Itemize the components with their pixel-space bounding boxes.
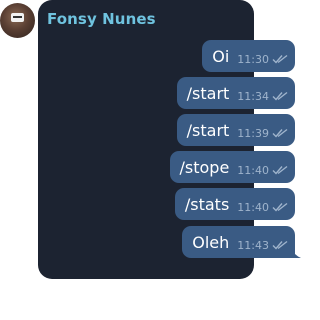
avatar-image bbox=[11, 13, 24, 22]
message-text: /stats bbox=[184, 194, 230, 214]
double-check-icon bbox=[272, 128, 288, 138]
double-check-icon bbox=[272, 54, 288, 64]
message-meta: 11:40 bbox=[237, 201, 288, 214]
message-bubble[interactable]: Oi 11:30 bbox=[202, 40, 295, 72]
message-text: /start bbox=[186, 120, 230, 140]
double-check-icon bbox=[272, 240, 288, 250]
message-time: 11:40 bbox=[237, 200, 269, 214]
message-text: Oleh bbox=[192, 232, 230, 252]
message-time: 11:34 bbox=[237, 89, 269, 103]
message-bubble[interactable]: Oleh 11:43 bbox=[182, 226, 295, 258]
double-check-icon bbox=[272, 165, 288, 175]
message-bubble[interactable]: /stope 11:40 bbox=[169, 151, 295, 183]
double-check-icon bbox=[272, 202, 288, 212]
message-bubble[interactable]: /start 11:34 bbox=[176, 77, 295, 109]
sender-name[interactable]: Fonsy Nunes bbox=[47, 10, 156, 28]
message-meta: 11:43 bbox=[237, 239, 288, 252]
message-meta: 11:34 bbox=[237, 90, 288, 103]
contact-avatar[interactable] bbox=[0, 3, 35, 38]
message-text: /stope bbox=[179, 157, 230, 177]
message-bubble[interactable]: /start 11:39 bbox=[176, 114, 295, 146]
message-text: Oi bbox=[212, 46, 230, 66]
message-time: 11:39 bbox=[237, 126, 269, 140]
message-meta: 11:39 bbox=[237, 127, 288, 140]
message-bubble[interactable]: /stats 11:40 bbox=[174, 188, 295, 220]
double-check-icon bbox=[272, 91, 288, 101]
message-time: 11:30 bbox=[237, 52, 269, 66]
bubble-tail bbox=[291, 248, 301, 258]
message-meta: 11:30 bbox=[237, 53, 288, 66]
message-text: /start bbox=[186, 83, 230, 103]
message-meta: 11:40 bbox=[237, 164, 288, 177]
message-time: 11:40 bbox=[237, 163, 269, 177]
message-time: 11:43 bbox=[237, 238, 269, 252]
